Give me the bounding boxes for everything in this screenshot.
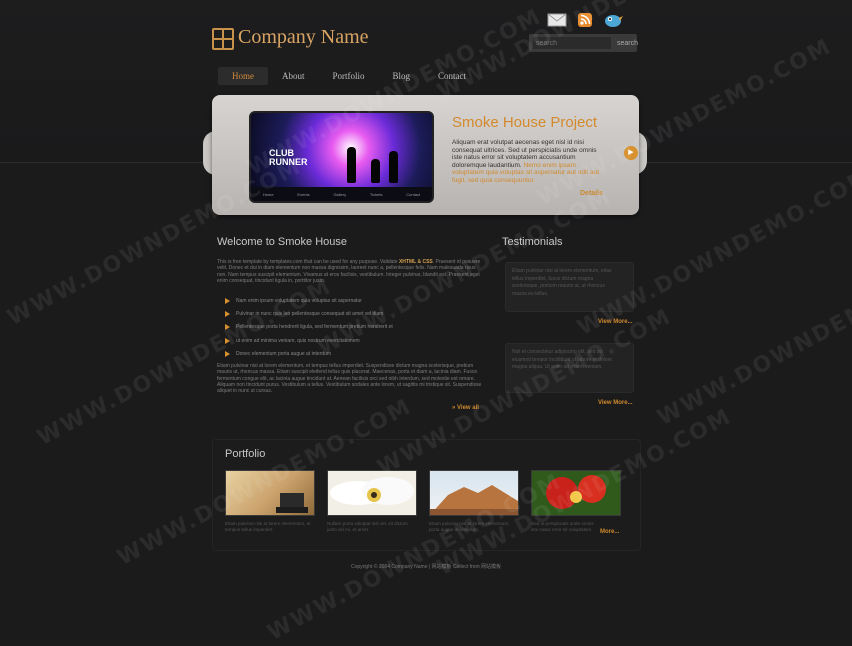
club-menu-item: Gallery: [333, 191, 347, 197]
dancer-silhouette: [389, 151, 398, 183]
social-icons: [547, 12, 623, 28]
details-link[interactable]: Details: [580, 190, 603, 197]
company-name: Company Name: [238, 26, 369, 48]
club-menu-item: Events: [297, 191, 310, 197]
list-item: Pellentesque porta hendrerit ligula, sed…: [225, 321, 485, 334]
club-menu-bar: Home Events Gallery Tickets Contact: [251, 187, 432, 201]
portfolio-thumb-red-flower[interactable]: [531, 470, 621, 516]
view-all-link[interactable]: » View all: [452, 405, 479, 411]
logo[interactable]: Company Name: [212, 26, 369, 50]
mail-icon[interactable]: [547, 12, 567, 28]
featured-text: Aliquam erat volutpat aecenas eget nisl …: [452, 139, 604, 184]
club-title: CLUB RUNNER: [269, 149, 308, 167]
logo-icon: [212, 27, 234, 50]
list-item-text: ut enim ad minima veniam, quis nostrum e…: [236, 337, 360, 344]
club-title-line2: RUNNER: [269, 157, 308, 167]
twitter-bird-icon[interactable]: [603, 12, 623, 28]
slider-next-button[interactable]: ▶: [624, 146, 638, 160]
list-item-text: Nam enim ipsum voluptatem quia voluptas …: [236, 297, 362, 304]
welcome-intro-bold[interactable]: XHTML & CSS: [399, 259, 433, 265]
list-item: Donec elementum porta augue at interdum: [225, 348, 485, 361]
list-item-text: Pellentesque porta hendrerit ligula, sed…: [236, 324, 393, 331]
rss-icon[interactable]: [575, 12, 595, 28]
portfolio-caption: Etiam pulvinar nisi at lorem elementum, …: [225, 521, 311, 532]
view-more-link[interactable]: View More...: [598, 319, 633, 325]
list-item: Pulvinar in nunc quis leo pellentesque c…: [225, 307, 485, 320]
watermark: WWW.DOWNDEMO.COM: [653, 254, 852, 431]
portfolio-more-link[interactable]: More...: [600, 529, 619, 535]
nav-item-home[interactable]: Home: [218, 67, 268, 85]
featured-image[interactable]: CLUB RUNNER Home Events Gallery Tickets …: [249, 111, 434, 203]
feature-list: Nam enim ipsum voluptatem quia voluptas …: [225, 294, 485, 361]
dancer-silhouette: [347, 147, 356, 183]
list-item-text: Pulvinar in nunc quis leo pellentesque c…: [236, 311, 384, 318]
welcome-intro-text: This is free template by templates.com t…: [217, 259, 398, 265]
search-bar: search: [529, 34, 638, 52]
arrow-bullet-icon: [225, 324, 230, 331]
nav-item-blog[interactable]: Blog: [379, 67, 425, 85]
view-more-link[interactable]: View More...: [598, 400, 633, 406]
portfolio-caption: Etiam pulvinar nisi at lorem elementum, …: [429, 521, 510, 532]
nav-item-about[interactable]: About: [268, 67, 319, 85]
portfolio-title: Portfolio: [225, 448, 266, 460]
nav-item-portfolio[interactable]: Portfolio: [319, 67, 379, 85]
list-item: Nam enim ipsum voluptatem quia voluptas …: [225, 294, 485, 307]
club-menu-item: Contact: [406, 191, 421, 197]
arrow-bullet-icon: [225, 311, 230, 318]
search-input[interactable]: [533, 37, 611, 49]
dancer-silhouette: [371, 159, 380, 183]
portfolio-caption: Nullam porta volutpat nisl vel, sit dict…: [327, 521, 408, 532]
testimonial-text: Etiam pulvinar nisi at lorem elementum, …: [512, 268, 612, 297]
list-item: ut enim ad minima veniam, quis nostrum e…: [225, 334, 485, 347]
main-nav: Home About Portfolio Blog Contact: [218, 67, 480, 85]
portfolio-thumb-desert[interactable]: [429, 470, 519, 516]
arrow-bullet-icon: [225, 297, 230, 304]
list-item-text: Donec elementum porta augue at interdum: [236, 351, 332, 358]
search-button[interactable]: search: [617, 40, 638, 47]
testimonial-text: Nisl et consectetur adipiscing elit, sed…: [512, 349, 613, 370]
featured-title: Smoke House Project: [452, 114, 598, 131]
testimonials-title: Testimonials: [502, 236, 563, 248]
welcome-body: Etiam pulvinar nisi at lorem elementum, …: [217, 363, 482, 395]
portfolio-thumb-flower[interactable]: [327, 470, 417, 516]
portfolio-thumb-ancient[interactable]: [225, 470, 315, 516]
arrow-bullet-icon: [225, 337, 230, 344]
welcome-intro: This is free template by templates.com t…: [217, 259, 485, 284]
club-menu-item: Tickets: [369, 191, 383, 197]
footer-copyright: Copyright © 2084 Company Name | 网站模板 Col…: [350, 564, 502, 570]
welcome-title: Welcome to Smoke House: [217, 236, 348, 248]
club-menu-item: Home: [262, 191, 274, 197]
portfolio-caption: Sed ut perspiciatis unde omnis iste natu…: [531, 521, 594, 532]
arrow-bullet-icon: [225, 351, 230, 358]
nav-item-contact[interactable]: Contact: [424, 67, 480, 85]
